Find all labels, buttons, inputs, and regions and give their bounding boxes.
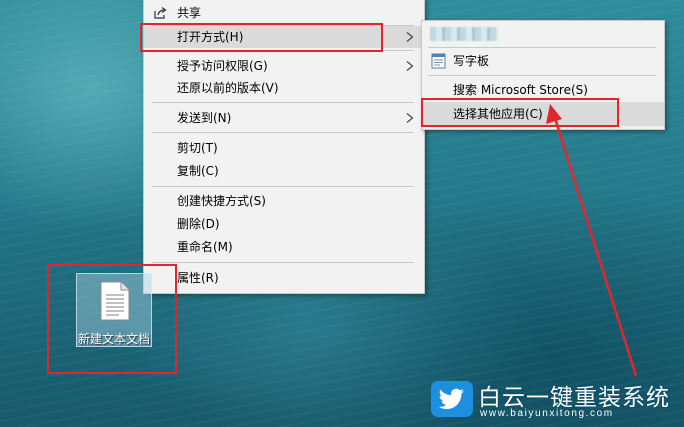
desktop-icon-label: 新建文本文档 bbox=[77, 332, 150, 346]
menu-separator bbox=[428, 47, 656, 48]
menu-item-label: 重命名(M) bbox=[177, 240, 233, 254]
highlight-box-choose-app bbox=[421, 98, 619, 127]
highlight-box-open-with bbox=[140, 23, 383, 52]
menu-item-cut[interactable]: 剪切(T) bbox=[144, 137, 424, 159]
text-document-icon bbox=[100, 281, 130, 321]
desktop-icon-text-document[interactable]: 新建文本文档 bbox=[76, 273, 152, 347]
submenu-item-wordpad[interactable]: 写字板 bbox=[422, 49, 664, 73]
menu-item-label: 创建快捷方式(S) bbox=[177, 194, 266, 208]
menu-item-properties[interactable]: 属性(R) bbox=[144, 267, 424, 289]
menu-item-label: 删除(D) bbox=[177, 217, 220, 231]
submenu-item-default-app[interactable] bbox=[422, 22, 664, 46]
menu-item-grant-access[interactable]: 授予访问权限(G) bbox=[144, 55, 424, 77]
menu-item-label: 属性(R) bbox=[177, 271, 219, 285]
submenu-item-label: 写字板 bbox=[453, 54, 490, 68]
chevron-right-icon bbox=[406, 32, 414, 42]
menu-item-delete[interactable]: 删除(D) bbox=[144, 213, 424, 235]
menu-separator bbox=[428, 75, 656, 76]
menu-separator bbox=[152, 102, 414, 103]
menu-separator bbox=[152, 132, 414, 133]
menu-item-label: 剪切(T) bbox=[177, 141, 218, 155]
menu-separator bbox=[152, 262, 414, 263]
chevron-right-icon bbox=[406, 61, 414, 71]
chevron-right-icon bbox=[406, 113, 414, 123]
menu-item-share[interactable]: 共享 bbox=[144, 2, 424, 24]
menu-item-copy[interactable]: 复制(C) bbox=[144, 160, 424, 182]
menu-item-label: 发送到(N) bbox=[177, 111, 232, 125]
blurred-app-name bbox=[430, 27, 498, 41]
menu-separator bbox=[152, 186, 414, 187]
twitter-bird-icon bbox=[431, 381, 473, 417]
menu-item-label: 共享 bbox=[177, 6, 202, 20]
watermark-url: www.baiyunxitong.com bbox=[480, 408, 614, 419]
share-icon bbox=[154, 7, 167, 19]
menu-item-create-shortcut[interactable]: 创建快捷方式(S) bbox=[144, 190, 424, 212]
watermark-title: 白云一键重装系统 bbox=[478, 385, 670, 411]
menu-item-label: 还原以前的版本(V) bbox=[177, 81, 279, 95]
menu-item-send-to[interactable]: 发送到(N) bbox=[144, 107, 424, 129]
menu-item-rename[interactable]: 重命名(M) bbox=[144, 236, 424, 258]
menu-item-label: 授予访问权限(G) bbox=[177, 59, 268, 73]
menu-item-restore-versions[interactable]: 还原以前的版本(V) bbox=[144, 77, 424, 99]
wordpad-icon bbox=[431, 53, 446, 69]
menu-item-label: 复制(C) bbox=[177, 164, 219, 178]
